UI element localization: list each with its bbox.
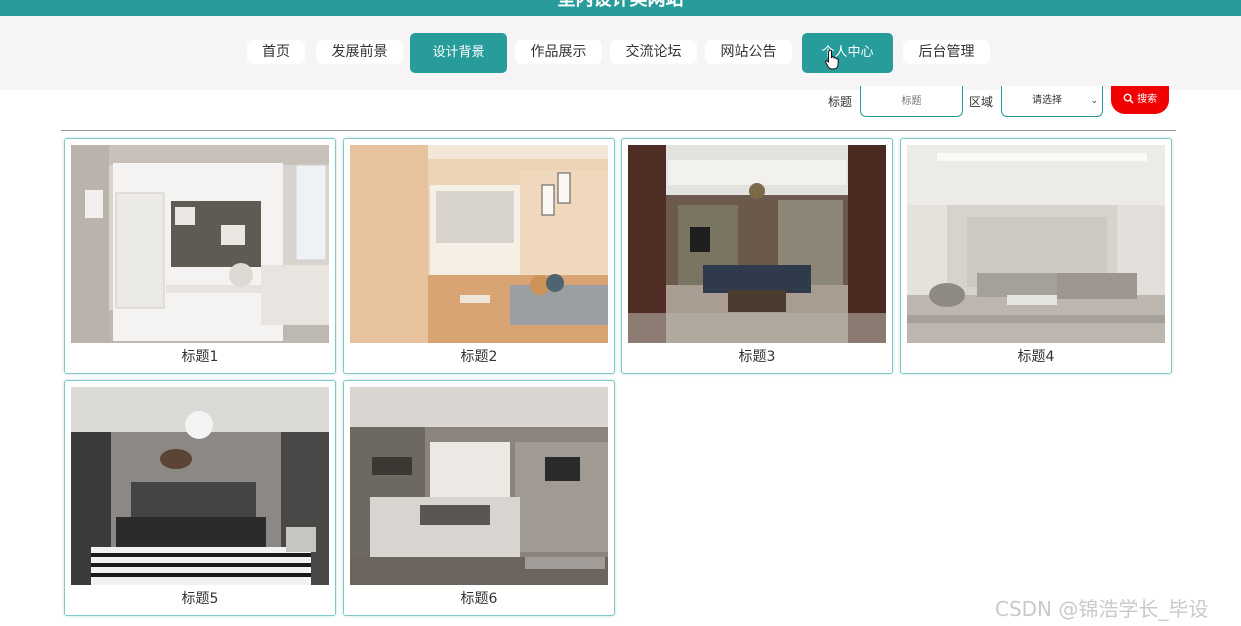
search-icon bbox=[1123, 93, 1134, 104]
gallery-card-5[interactable]: 标题5 bbox=[64, 380, 336, 616]
design-photo bbox=[350, 387, 608, 585]
chevron-down-icon: ⌄ bbox=[1090, 96, 1098, 106]
navigation-bar: 首页 发展前景 设计背景 作品展示 交流论坛 网站公告 个人中心 后台管理 bbox=[0, 16, 1241, 90]
gallery-card-3[interactable]: 标题3 bbox=[621, 138, 893, 374]
region-select[interactable]: 请选择 ⌄ bbox=[1001, 86, 1103, 117]
nav-design-background[interactable]: 设计背景 bbox=[410, 33, 507, 73]
nav-home[interactable]: 首页 bbox=[247, 40, 305, 64]
design-photo bbox=[628, 145, 886, 343]
search-button[interactable]: 搜索 bbox=[1111, 86, 1169, 114]
content-divider bbox=[61, 130, 1176, 131]
region-filter-label: 区域 bbox=[969, 95, 994, 109]
region-select-value: 请选择 bbox=[1032, 95, 1062, 106]
card-title: 标题5 bbox=[181, 591, 219, 607]
design-photo bbox=[71, 145, 329, 343]
gallery-card-2[interactable]: 标题2 bbox=[343, 138, 615, 374]
card-title: 标题1 bbox=[181, 349, 219, 365]
watermark-text: CSDN @锦浩学长_毕设 bbox=[995, 597, 1209, 621]
search-button-label: 搜索 bbox=[1137, 94, 1158, 105]
hand-cursor-icon bbox=[825, 50, 839, 70]
gallery-card-4[interactable]: 标题4 bbox=[900, 138, 1172, 374]
nav-works[interactable]: 作品展示 bbox=[515, 40, 602, 64]
title-search-input[interactable] bbox=[860, 86, 963, 117]
gallery-card-6[interactable]: 标题6 bbox=[343, 380, 615, 616]
top-banner: 室内设计美网站 bbox=[0, 0, 1241, 16]
design-photo bbox=[71, 387, 329, 585]
gallery-card-1[interactable]: 标题1 bbox=[64, 138, 336, 374]
card-title: 标题2 bbox=[460, 349, 498, 365]
design-photo bbox=[350, 145, 608, 343]
card-title: 标题4 bbox=[1017, 349, 1055, 365]
nav-forum[interactable]: 交流论坛 bbox=[610, 40, 697, 64]
nav-development[interactable]: 发展前景 bbox=[316, 40, 403, 64]
nav-personal-center[interactable]: 个人中心 bbox=[802, 33, 893, 73]
nav-admin[interactable]: 后台管理 bbox=[903, 40, 990, 64]
nav-announcements[interactable]: 网站公告 bbox=[705, 40, 792, 64]
card-title: 标题6 bbox=[460, 591, 498, 607]
site-title: 室内设计美网站 bbox=[0, 0, 1241, 12]
card-title: 标题3 bbox=[738, 349, 776, 365]
design-photo bbox=[907, 145, 1165, 343]
title-filter-label: 标题 bbox=[828, 95, 853, 109]
